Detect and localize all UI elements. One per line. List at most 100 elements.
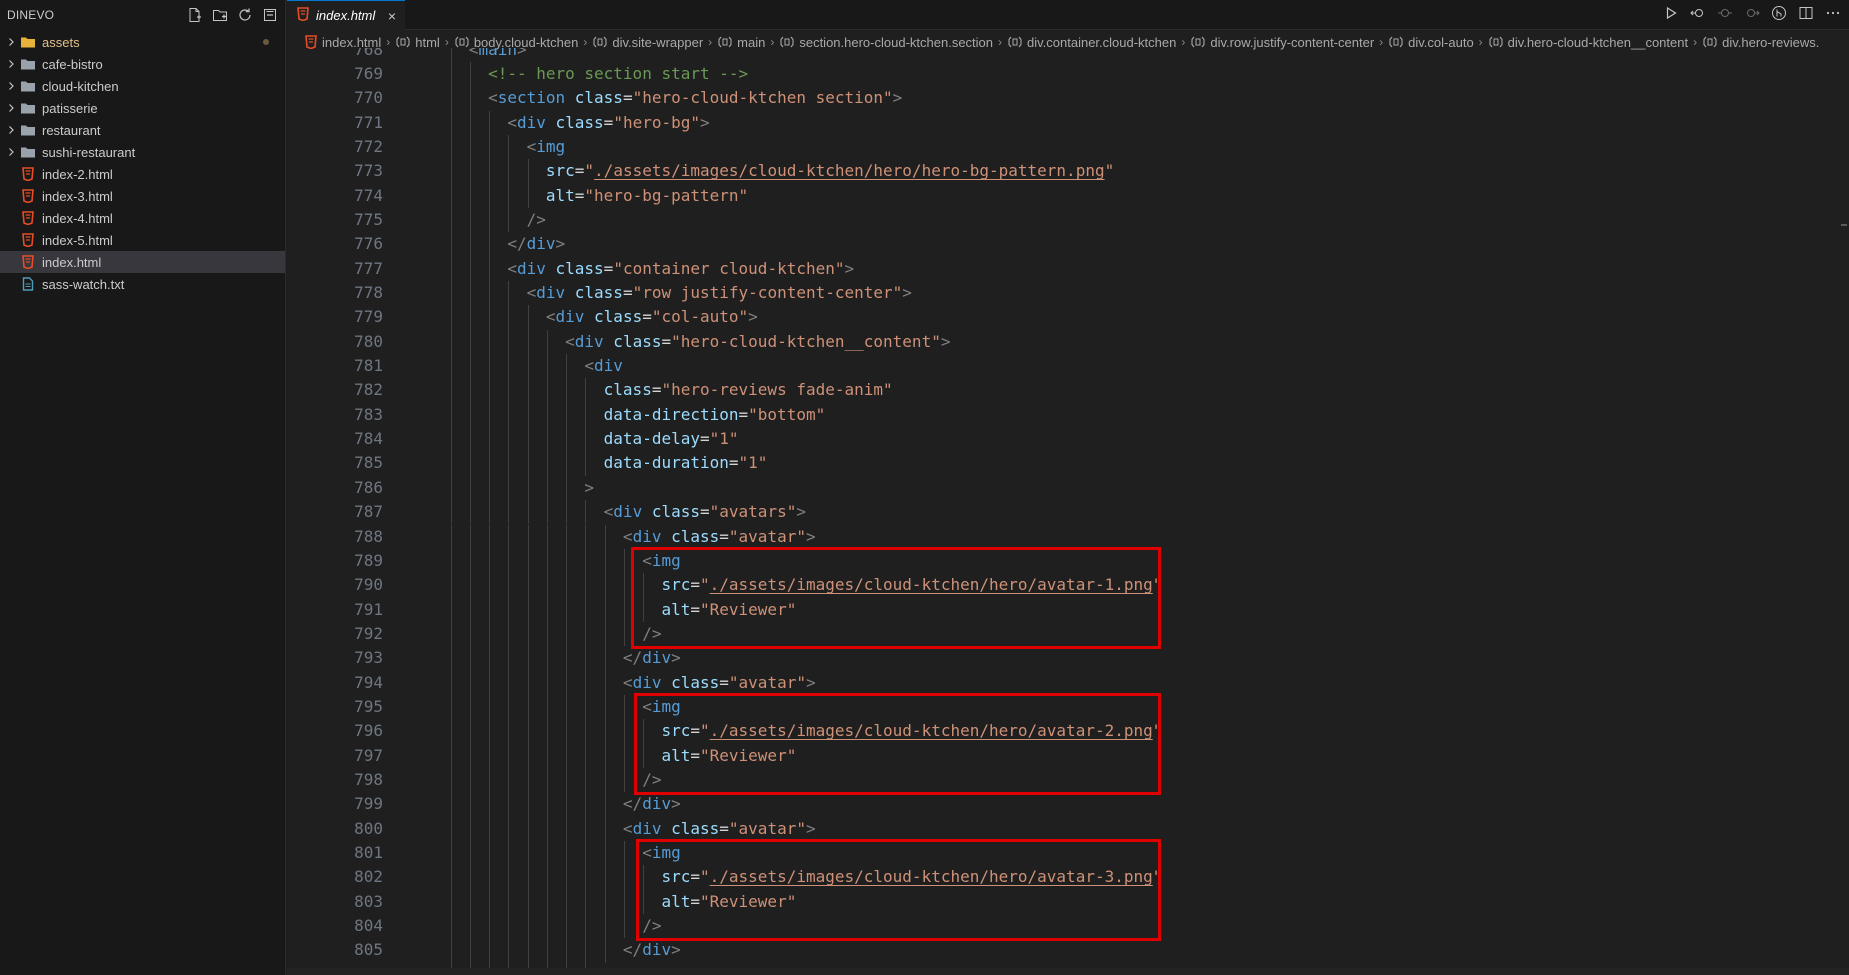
code-token: =: [700, 502, 710, 522]
indent-guide: [527, 354, 529, 379]
code-token: =: [699, 429, 710, 449]
editor-actions: [1663, 0, 1841, 30]
chevron-right-icon[interactable]: [2, 103, 20, 113]
code-token: div: [536, 283, 566, 302]
file-item[interactable]: index-3.html: [0, 185, 285, 207]
code-token: ": [1104, 161, 1115, 181]
split-editor-icon[interactable]: [1798, 5, 1814, 25]
refresh-icon[interactable]: [237, 7, 253, 23]
indent-guide: [546, 816, 548, 842]
code-token: =: [719, 672, 729, 692]
line-number: 797: [354, 745, 383, 765]
folder-item[interactable]: assets: [0, 31, 285, 53]
file-item[interactable]: sass-watch.txt: [0, 273, 285, 295]
code-token: class: [661, 818, 720, 838]
horizontal-scrollbar[interactable]: [287, 968, 1849, 975]
indent-guide: [604, 621, 606, 647]
new-folder-icon[interactable]: [212, 7, 228, 23]
line-number: 796: [354, 721, 383, 741]
code-token[interactable]: ./assets/images/cloud-ktchen/hero/hero-b…: [594, 161, 1105, 180]
html-file-icon: [20, 188, 36, 204]
indent-guide: [546, 914, 548, 939]
previous-change-icon[interactable]: [1717, 5, 1733, 25]
line-number: 787: [354, 502, 383, 522]
code-token: =: [603, 258, 614, 278]
indent-guide: [450, 183, 452, 208]
code-token: </: [622, 940, 643, 960]
next-change-icon[interactable]: [1744, 5, 1760, 25]
indent-guide: [450, 792, 452, 817]
explorer-sidebar: DINEVO assets cafe-bistro cloud-kitchen pat…: [0, 0, 286, 975]
code-text: <img: [527, 135, 566, 159]
code-token: "hero-reviews fade-anim": [661, 380, 893, 400]
indent-guide: [489, 548, 491, 574]
code-editor[interactable]: 768 <main> 769 <!-- hero section start --> 7…: [287, 48, 1849, 975]
indent-guide: [469, 646, 471, 671]
code-token: "hero-bg": [613, 112, 701, 132]
folder-item[interactable]: patisserie: [0, 97, 285, 119]
line-number: 790: [354, 575, 383, 595]
folder-item[interactable]: cloud-kitchen: [0, 75, 285, 97]
collapse-all-icon[interactable]: [262, 7, 278, 23]
close-icon[interactable]: ×: [388, 8, 396, 24]
indent-guide: [546, 378, 548, 403]
indent-guide: [566, 621, 568, 647]
indent-guide: [566, 670, 568, 695]
folder-item[interactable]: restaurant: [0, 119, 285, 141]
indent-guide: [623, 768, 625, 793]
indent-guide: [546, 500, 548, 525]
tab-index-html[interactable]: index.html ×: [287, 0, 405, 30]
indent-guide: [469, 865, 471, 890]
html-file-icon: [20, 232, 36, 248]
more-actions-icon[interactable]: [1825, 5, 1841, 25]
folder-item[interactable]: sushi-restaurant: [0, 141, 285, 163]
code-token: >: [748, 307, 758, 327]
breadcrumb-separator: ›: [1181, 35, 1186, 49]
file-item[interactable]: index-4.html: [0, 207, 285, 229]
indent-guide: [469, 183, 471, 208]
file-item[interactable]: index-5.html: [0, 229, 285, 251]
chevron-right-icon[interactable]: [2, 81, 20, 91]
indent-guide: [489, 256, 491, 281]
indent-guide: [585, 938, 587, 963]
code-token: class: [565, 88, 623, 108]
code-token: <: [565, 331, 575, 351]
indent-guide: [527, 475, 529, 501]
chevron-right-icon[interactable]: [2, 59, 20, 69]
indent-guide: [604, 597, 606, 622]
chevron-right-icon[interactable]: [2, 125, 20, 135]
chevron-right-icon[interactable]: [2, 37, 20, 47]
indent-guide: [450, 378, 452, 403]
indent-guide: [508, 889, 510, 915]
new-file-icon[interactable]: [187, 7, 203, 23]
indent-guide: [566, 938, 568, 963]
code-token: =: [642, 307, 652, 327]
indent-guide: [604, 938, 606, 963]
git-commit-icon[interactable]: [1771, 5, 1787, 25]
indent-guide: [527, 378, 529, 403]
code-token: class: [661, 672, 720, 692]
code-text: </div>: [623, 938, 681, 962]
chevron-right-icon[interactable]: [2, 147, 20, 157]
indent-guide: [546, 768, 548, 793]
code-text: <div: [584, 354, 623, 378]
indent-guide: [489, 816, 491, 842]
indent-guide: [546, 451, 548, 476]
file-item[interactable]: index-2.html: [0, 163, 285, 185]
indent-guide: [469, 792, 471, 817]
code-token: <: [526, 136, 537, 156]
indent-guide: [489, 378, 491, 403]
go-back-icon[interactable]: [1690, 5, 1706, 25]
code-token: class: [545, 258, 604, 278]
indent-guide: [469, 597, 471, 622]
folder-item[interactable]: cafe-bistro: [0, 53, 285, 75]
indent-guide: [469, 207, 471, 233]
code-token: />: [526, 209, 546, 229]
file-item[interactable]: index.html: [0, 251, 285, 273]
code-token: <: [468, 48, 479, 59]
indent-guide: [508, 475, 510, 501]
run-icon[interactable]: [1663, 5, 1679, 25]
indent-guide: [450, 694, 452, 720]
folder-icon: [20, 144, 36, 160]
code-token: ": [584, 161, 595, 181]
